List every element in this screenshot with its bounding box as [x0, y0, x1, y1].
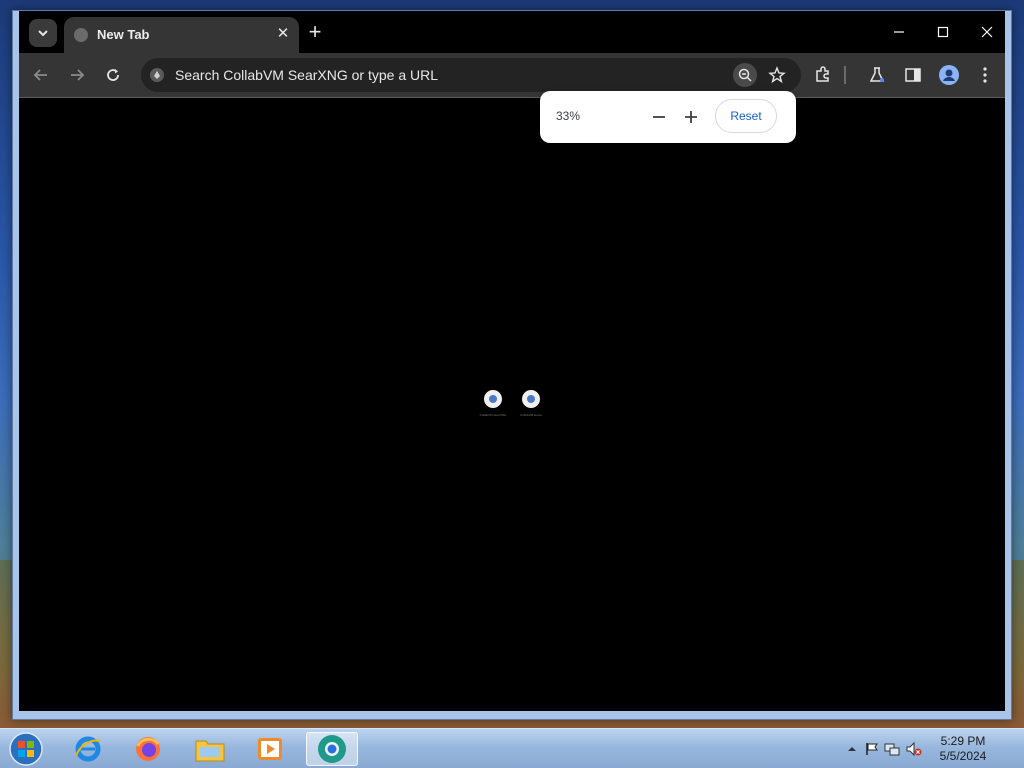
plus-icon — [685, 111, 697, 123]
browser-window: New Tab ✕ + Search CollabVM SearXNG or t… — [12, 10, 1012, 720]
chevron-down-icon — [38, 30, 48, 37]
file-explorer-icon — [195, 740, 225, 762]
minimize-button[interactable] — [877, 17, 921, 47]
show-hidden-icons-button[interactable] — [844, 741, 860, 757]
close-window-button[interactable] — [965, 17, 1009, 47]
network-icon — [884, 743, 900, 756]
taskbar-media-player[interactable] — [244, 732, 296, 766]
address-bar[interactable]: Search CollabVM SearXNG or type a URL — [141, 58, 801, 92]
forward-button[interactable] — [65, 63, 89, 87]
minimize-icon — [894, 31, 904, 33]
taskbar-internet-explorer[interactable] — [62, 732, 114, 766]
start-button[interactable] — [6, 729, 46, 768]
zoom-popup: 33% Reset — [540, 91, 796, 143]
volume-button[interactable] — [906, 741, 922, 757]
shortcut-label: CollabVM SearXNG — [479, 413, 507, 417]
taskbar-clock[interactable]: 5:29 PM 5/5/2024 — [928, 734, 998, 764]
zoom-icon-button[interactable] — [733, 63, 757, 87]
zoom-out-button[interactable] — [646, 104, 672, 130]
close-icon — [981, 26, 993, 38]
shortcut-tile[interactable] — [484, 390, 502, 408]
arrow-right-icon — [71, 69, 85, 81]
action-center-button[interactable] — [864, 741, 880, 757]
profile-button[interactable] — [937, 63, 961, 87]
action-center-flag-icon — [866, 743, 878, 755]
taskbar-firefox[interactable] — [122, 732, 174, 766]
tab-search-button[interactable] — [29, 19, 57, 47]
menu-button[interactable] — [973, 63, 997, 87]
chromium-browser-icon — [318, 735, 346, 763]
maximize-icon — [937, 26, 949, 38]
new-tab-button[interactable]: + — [303, 21, 327, 45]
globe-icon — [74, 28, 88, 42]
labs-button[interactable] — [865, 63, 889, 87]
media-player-icon — [258, 738, 282, 760]
tab-title: New Tab — [97, 27, 150, 42]
side-panel-button[interactable] — [901, 63, 925, 87]
star-icon — [768, 66, 786, 84]
kebab-menu-icon — [983, 67, 987, 83]
page-content: CollabVM SearXNG CollabVM Home — [19, 98, 1005, 711]
side-panel-icon — [905, 68, 921, 82]
shortcut-label: CollabVM Home — [520, 413, 542, 417]
clock-date: 5/5/2024 — [939, 749, 987, 763]
clock-time: 5:29 PM — [940, 734, 986, 748]
reload-button[interactable] — [101, 63, 125, 87]
search-engine-icon — [150, 68, 164, 82]
extensions-button[interactable] — [811, 63, 835, 87]
network-button[interactable] — [884, 741, 900, 757]
tab-new-tab[interactable]: New Tab ✕ — [64, 17, 299, 53]
taskbar-file-explorer[interactable] — [184, 732, 236, 766]
back-button[interactable] — [29, 63, 53, 87]
zoom-level: 33% — [556, 109, 581, 123]
puzzle-icon — [816, 66, 829, 82]
zoom-in-button[interactable] — [678, 104, 704, 130]
zoom-out-icon — [738, 68, 752, 82]
minus-icon — [653, 116, 665, 118]
start-orb-icon — [9, 732, 43, 766]
internet-explorer-icon — [75, 736, 101, 762]
maximize-button[interactable] — [921, 17, 965, 47]
shortcut-tile[interactable] — [522, 390, 540, 408]
flask-icon — [869, 67, 885, 82]
arrow-left-icon — [33, 69, 47, 81]
title-bar: New Tab ✕ + — [19, 11, 1005, 53]
address-bar-placeholder: Search CollabVM SearXNG or type a URL — [175, 67, 438, 83]
close-tab-icon[interactable]: ✕ — [275, 26, 291, 42]
toolbar-divider — [844, 66, 846, 84]
browser-toolbar: Search CollabVM SearXNG or type a URL — [19, 53, 1005, 98]
firefox-icon — [136, 737, 160, 761]
reload-icon — [107, 69, 119, 81]
taskbar-chromium[interactable] — [306, 732, 358, 766]
system-tray: 5:29 PM 5/5/2024 — [836, 729, 1016, 768]
bookmark-star-button[interactable] — [765, 63, 789, 87]
zoom-reset-button[interactable]: Reset — [715, 99, 777, 133]
speaker-muted-icon — [906, 741, 922, 757]
taskbar: 5:29 PM 5/5/2024 — [0, 728, 1024, 768]
avatar-icon — [939, 65, 959, 85]
chevron-up-icon — [848, 747, 856, 751]
